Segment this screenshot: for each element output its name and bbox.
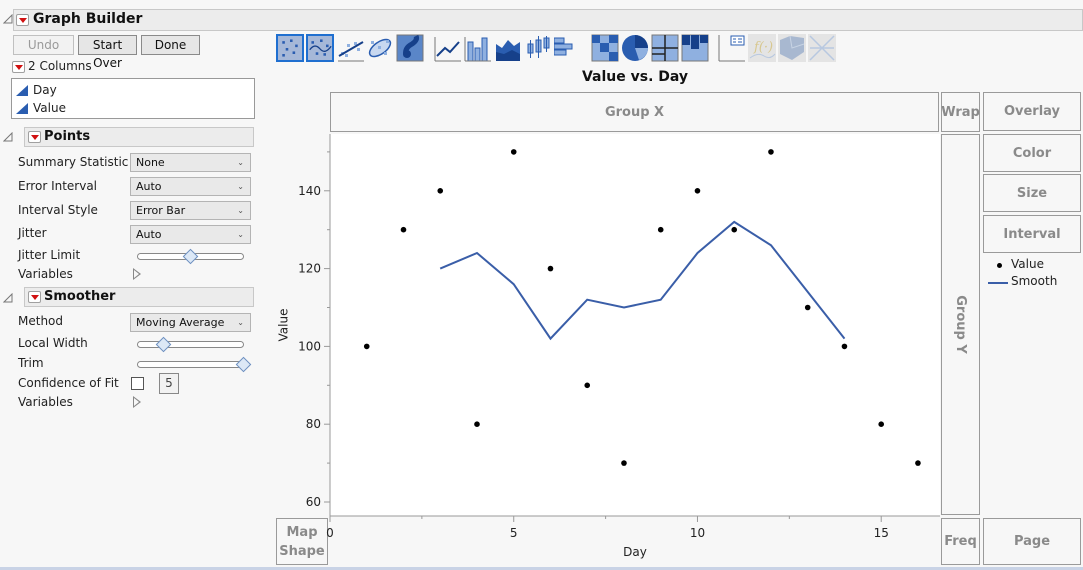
data-point	[437, 187, 444, 194]
data-point	[547, 265, 554, 272]
data-point	[694, 187, 701, 194]
data-point	[731, 226, 738, 233]
x-tick-label: 10	[690, 526, 705, 540]
y-tick-label: 120	[298, 262, 321, 276]
y-tick-label: 140	[298, 184, 321, 198]
data-point	[621, 460, 627, 466]
data-point	[915, 460, 921, 466]
data-point	[841, 343, 848, 350]
data-point	[510, 149, 517, 155]
data-point	[657, 226, 664, 233]
data-point	[768, 149, 774, 155]
data-point	[400, 226, 407, 233]
x-tick-label: 15	[874, 526, 889, 540]
y-tick-label: 60	[306, 495, 321, 509]
data-point	[804, 304, 811, 311]
y-tick-label: 100	[298, 339, 321, 353]
data-point	[474, 421, 480, 427]
x-tick-label: 0	[326, 526, 334, 540]
x-tick-label: 5	[510, 526, 518, 540]
y-tick-label: 80	[306, 417, 321, 431]
plot-area	[330, 134, 940, 516]
data-point	[363, 343, 370, 350]
data-point	[878, 421, 885, 427]
data-point	[584, 382, 591, 389]
chart-svg: 60 80 100 120 140 0 5 10 15	[298, 134, 940, 540]
